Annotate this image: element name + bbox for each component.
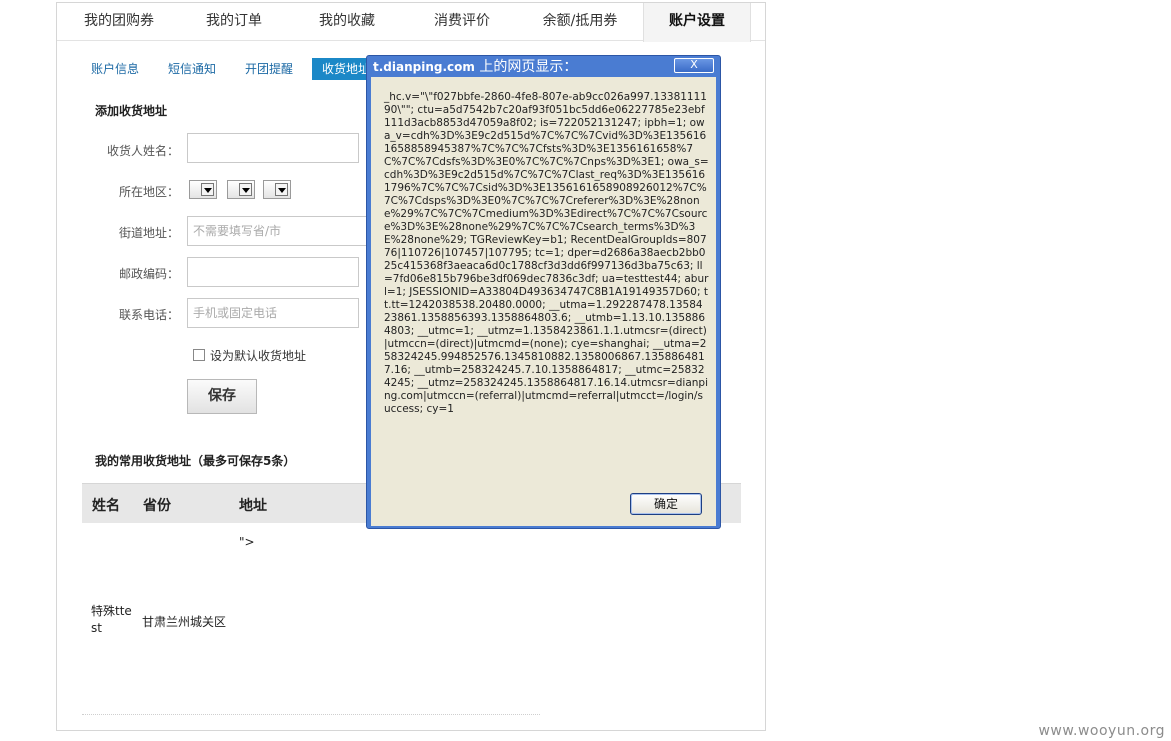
province-select[interactable] (189, 180, 217, 199)
tab-reviews[interactable]: 消费评价 (407, 3, 517, 41)
header-address: 地址 (239, 498, 267, 514)
table-row-2-province: 甘肃兰州城关区 (142, 615, 227, 629)
zip-code-input[interactable] (187, 257, 359, 287)
chevron-down-icon (239, 183, 252, 196)
table-row-1-address: "> (239, 535, 255, 549)
table-row-2-name: 特殊ttest (91, 604, 132, 635)
divider (82, 714, 540, 715)
dialog-body: _hc.v="\"f027bbfe-2860-4fe8-807e-ab9cc02… (371, 77, 716, 526)
dialog-title-suffix: 上的网页显示： (474, 59, 578, 75)
phone-label: 联系电话： (118, 308, 179, 322)
alert-dialog: t.dianping.com 上的网页显示： X _hc.v="\"f027bb… (366, 55, 721, 529)
tab-account-settings[interactable]: 账户设置 (643, 3, 751, 42)
close-icon[interactable]: X (674, 58, 714, 73)
header-name: 姓名 (92, 498, 120, 514)
save-button[interactable]: 保存 (187, 379, 257, 414)
dialog-title-domain: t.dianping.com (373, 60, 475, 74)
subtab-sms-notify[interactable]: 短信通知 (168, 58, 216, 80)
tab-my-orders[interactable]: 我的订单 (181, 3, 287, 41)
tab-my-favorites[interactable]: 我的收藏 (292, 3, 402, 41)
dialog-message: _hc.v="\"f027bbfe-2860-4fe8-807e-ab9cc02… (384, 91, 709, 415)
phone-input[interactable]: 手机或固定电话 (187, 298, 359, 328)
saved-addresses-title: 我的常用收货地址（最多可保存5条） (95, 454, 296, 468)
name-label: 收货人姓名： (106, 144, 179, 158)
tab-my-group-coupons[interactable]: 我的团购券 (67, 3, 171, 41)
dialog-title: t.dianping.com 上的网页显示： (373, 58, 577, 76)
street-address-input[interactable]: 不需要填写省/市 (187, 216, 377, 246)
street-label: 街道地址： (118, 226, 179, 240)
add-address-title: 添加收货地址 (95, 104, 168, 118)
subtab-group-reminder[interactable]: 开团提醒 (245, 58, 293, 80)
tab-balance-vouchers[interactable]: 余额/抵用券 (520, 3, 640, 41)
default-address-label: 设为默认收货地址 (210, 349, 307, 363)
main-tabs: 我的团购券 我的订单 我的收藏 消费评价 余额/抵用券 账户设置 (57, 3, 765, 42)
default-address-checkbox[interactable] (193, 349, 205, 361)
region-label: 所在地区： (118, 185, 179, 199)
district-select[interactable] (263, 180, 291, 199)
chevron-down-icon (201, 183, 214, 196)
zip-label: 邮政编码： (118, 267, 179, 281)
subtab-account-info[interactable]: 账户信息 (91, 58, 139, 80)
watermark: www.wooyun.org (1038, 723, 1165, 739)
chevron-down-icon (275, 183, 288, 196)
header-province: 省份 (143, 498, 171, 514)
city-select[interactable] (227, 180, 255, 199)
receiver-name-input[interactable] (187, 133, 359, 163)
ok-button[interactable]: 确定 (630, 493, 702, 515)
